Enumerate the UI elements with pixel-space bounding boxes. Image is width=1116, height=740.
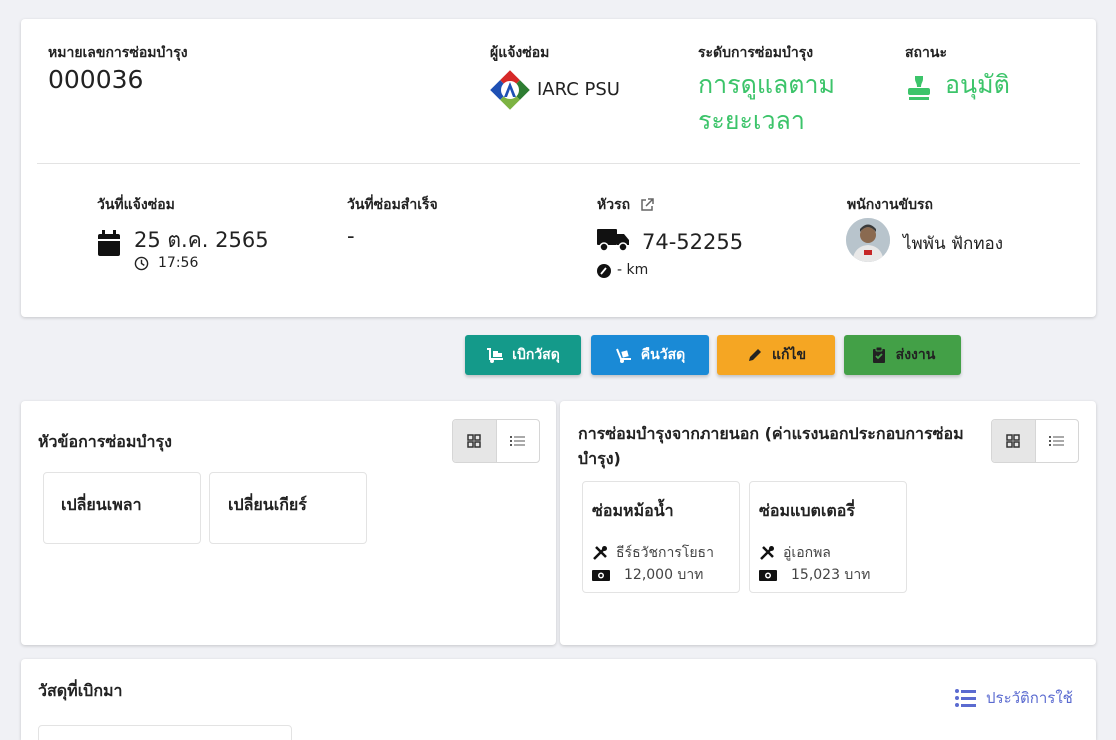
reporter-logo [489,69,531,111]
level-line2: ระยะเวลา [698,106,805,135]
external-item[interactable]: ซ่อมแบตเตอรี่ อู่เอกพล 15,023 บาท [749,481,907,593]
truck-label: หัวรถ [597,197,631,213]
withdraw-material-button[interactable]: เบิกวัสดุ [465,335,581,375]
truck-icon [597,227,630,257]
external-title-line2: บำรุง) [578,449,621,468]
repair-no-label: หมายเลขการซ่อมบำรุง [48,45,188,61]
reporter-label: ผู้แจ้งซ่อม [490,45,550,61]
status-label: สถานะ [905,45,947,61]
money-icon [592,569,610,581]
list-view-button[interactable] [1034,420,1079,462]
external-item-vendor: ธีร์ธวัชการโยธา [616,545,714,561]
external-item-amount-row: 15,023 บาท [759,564,870,586]
history-link[interactable]: ประวัติการใช้ [955,686,1073,710]
reporter-name: IARC PSU [537,79,620,100]
return-dolly-icon [615,348,631,363]
clipboard-check-icon [872,346,885,363]
level-label: ระดับการซ่อมบำรุง [698,45,814,61]
repair-no: 000036 [48,65,144,94]
pencil-icon [748,349,761,361]
external-item-vendor-row: ธีร์ธวัชการโยธา [592,542,714,564]
list-view-button[interactable] [495,420,540,462]
grid-view-button[interactable] [992,420,1035,462]
tools-icon [593,546,607,560]
submit-work-button[interactable]: ส่งงาน [844,335,961,375]
divider [37,163,1080,164]
clock-icon [134,256,149,275]
dolly-icon [487,348,504,363]
topics-title: หัวข้อการซ่อมบำรุง [38,432,172,451]
report-time: 17:56 [158,255,199,271]
grid-icon [1006,434,1020,448]
return-material-button[interactable]: คืนวัสดุ [591,335,709,375]
edit-label: แก้ไข [771,347,807,363]
materials-card: วัสดุที่เบิกมา ประวัติการใช้ [21,659,1096,740]
tools-icon [760,546,774,560]
calendar-icon [97,229,121,261]
report-date-label: วันที่แจ้งซ่อม [97,197,175,213]
external-item-title: ซ่อมแบตเตอรี่ [759,501,855,520]
external-item-amount-row: 12,000 บาท [592,564,703,586]
materials-title: วัสดุที่เบิกมา [38,681,123,700]
done-date-label: วันที่ซ่อมสำเร็จ [347,197,438,213]
truck-km: - km [617,262,649,278]
topic-item-label: เปลี่ยนเพลา [61,495,142,514]
view-toggle [991,419,1079,463]
driver-name: ไพพัน ฟักทอง [903,234,1004,254]
material-item[interactable] [38,725,292,740]
done-date: - [347,224,355,248]
external-title-line1: การซ่อมบำรุงจากภายนอก (ค่าแรงนอกประกอบกา… [578,424,964,443]
driver-label: พนักงานขับรถ [847,197,933,213]
list-icon [1049,436,1065,446]
withdraw-material-label: เบิกวัสดุ [512,347,560,363]
return-material-label: คืนวัสดุ [640,347,686,363]
money-icon [759,569,777,581]
history-link-label: ประวัติการใช้ [986,689,1073,707]
topic-item-label: เปลี่ยนเกียร์ [228,495,307,514]
avatar [846,218,890,262]
report-date: 25 ต.ค. 2565 [134,228,269,252]
list-ul-icon [955,689,976,707]
external-item-amount: 12,000 บาท [624,567,704,583]
repair-topics-card: หัวข้อการซ่อมบำรุง เปลี่ยนเพลา เปลี่ยนเก… [21,401,556,645]
truck-plate: 74-52255 [642,230,744,254]
external-link-icon[interactable] [639,197,655,217]
external-item-vendor: อู่เอกพล [783,545,831,561]
stamp-icon [905,73,933,101]
list-icon [510,436,526,446]
external-repair-card: การซ่อมบำรุงจากภายนอก (ค่าแรงนอกประกอบกา… [560,401,1096,645]
external-item[interactable]: ซ่อมหม้อน้ำ ธีร์ธวัชการโยธา 12,000 บาท [582,481,740,593]
external-item-title: ซ่อมหม้อน้ำ [592,501,674,520]
external-item-vendor-row: อู่เอกพล [759,542,831,564]
status-value: อนุมัติ [945,70,1010,99]
topic-item[interactable]: เปลี่ยนเกียร์ [209,472,367,544]
edit-button[interactable]: แก้ไข [717,335,835,375]
grid-view-button[interactable] [453,420,496,462]
external-item-amount: 15,023 บาท [791,567,871,583]
grid-icon [467,434,481,448]
repair-info-card: หมายเลขการซ่อมบำรุง 000036 ผู้แจ้งซ่อม I… [21,19,1096,317]
submit-work-label: ส่งงาน [895,347,936,363]
topic-item[interactable]: เปลี่ยนเพลา [43,472,201,544]
view-toggle [452,419,540,463]
level-line1: การดูแลตาม [698,70,836,99]
gauge-icon [597,263,611,282]
